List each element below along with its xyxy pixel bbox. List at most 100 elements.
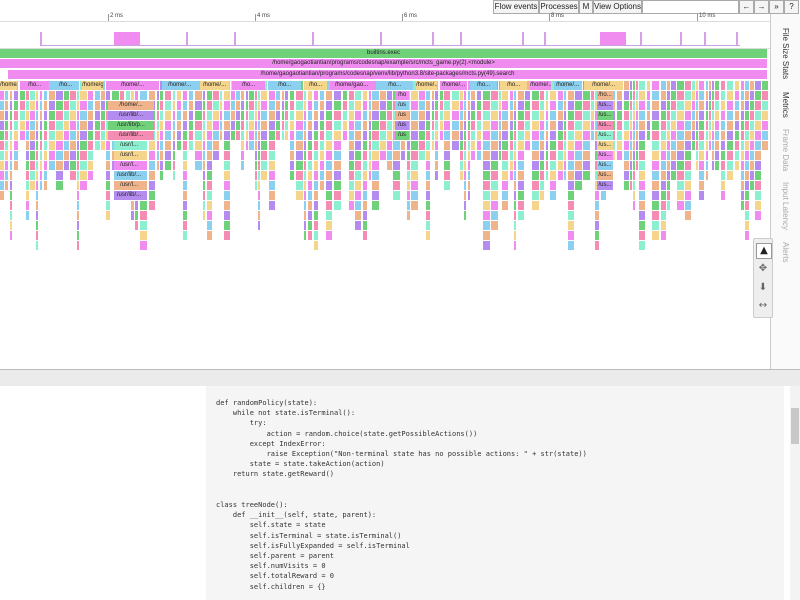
flame-bar-frame[interactable] bbox=[183, 231, 187, 240]
flame-bar-frame[interactable] bbox=[296, 111, 303, 120]
flame-bar-caller[interactable]: /ho... bbox=[500, 81, 527, 90]
flame-bar-frame[interactable] bbox=[282, 131, 284, 140]
flame-bar-frame[interactable] bbox=[95, 91, 100, 100]
flame-bar-frame[interactable] bbox=[296, 191, 303, 200]
flame-bar-frame[interactable] bbox=[140, 221, 147, 230]
flame-bar-frame[interactable] bbox=[20, 91, 25, 100]
flame-bar-frame[interactable] bbox=[296, 181, 303, 190]
flame-bar-frame[interactable] bbox=[532, 91, 539, 100]
flame-bar-frame[interactable] bbox=[369, 131, 371, 140]
flame-bar-frame[interactable] bbox=[426, 91, 430, 100]
flame-bar-frame[interactable] bbox=[491, 211, 498, 220]
flame-bar-frame[interactable] bbox=[745, 151, 749, 160]
flame-bar-frame[interactable] bbox=[727, 101, 733, 110]
flame-bar-frame[interactable] bbox=[236, 101, 240, 110]
flame-bar-caller[interactable]: /home/... bbox=[200, 81, 229, 90]
flame-bar-frame[interactable] bbox=[583, 161, 590, 170]
flame-bar-frame[interactable] bbox=[471, 121, 475, 130]
flame-bar-frame[interactable] bbox=[40, 91, 42, 100]
flame-bar-frame[interactable] bbox=[40, 151, 42, 160]
flame-bar-frame[interactable]: /us... bbox=[597, 101, 613, 110]
flame-bar-frame[interactable] bbox=[44, 101, 47, 110]
flame-bar-frame[interactable] bbox=[49, 131, 55, 140]
flame-bar-frame[interactable] bbox=[647, 111, 650, 120]
flame-bar-frame[interactable] bbox=[677, 161, 684, 170]
flame-bar-frame[interactable] bbox=[269, 201, 275, 210]
flame-bar-frame[interactable] bbox=[5, 161, 8, 170]
flame-bar-frame[interactable] bbox=[195, 151, 202, 160]
flame-bar-frame[interactable] bbox=[735, 141, 739, 150]
flame-bar-frame[interactable] bbox=[326, 91, 332, 100]
flame-bar-frame[interactable] bbox=[189, 141, 193, 150]
flame-bar-frame[interactable] bbox=[750, 91, 754, 100]
flame-bar-frame[interactable] bbox=[10, 151, 12, 160]
flame-bar-frame[interactable] bbox=[77, 101, 79, 110]
flame-bar-caller[interactable]: /home/gaogaot... bbox=[82, 81, 103, 90]
flame-bar-frame[interactable] bbox=[44, 171, 47, 180]
flame-bar-frame[interactable] bbox=[471, 141, 475, 150]
flame-bar-frame[interactable] bbox=[617, 151, 622, 160]
flame-bar-frame[interactable] bbox=[755, 181, 761, 190]
flame-bar-frame[interactable] bbox=[667, 171, 670, 180]
flame-bar-frame[interactable] bbox=[326, 121, 332, 130]
flame-bar-frame[interactable] bbox=[0, 191, 4, 200]
flame-bar-frame[interactable] bbox=[70, 91, 76, 100]
flame-bar-frame[interactable] bbox=[755, 151, 761, 160]
flame-bar-frame[interactable] bbox=[407, 141, 410, 150]
flame-bar-frame[interactable] bbox=[745, 221, 749, 230]
flame-bar-frame[interactable] bbox=[77, 221, 79, 230]
flame-bar-frame[interactable] bbox=[661, 111, 666, 120]
flame-bar-frame[interactable] bbox=[591, 121, 594, 130]
flame-bar-frame[interactable] bbox=[709, 101, 711, 110]
flame-bar-frame[interactable] bbox=[685, 171, 691, 180]
flame-bar-frame[interactable] bbox=[177, 111, 181, 120]
flame-bar-frame[interactable] bbox=[426, 231, 430, 240]
flame-bar-frame[interactable] bbox=[617, 111, 622, 120]
flame-bar-frame[interactable] bbox=[510, 111, 513, 120]
flame-bar-frame[interactable] bbox=[213, 151, 219, 160]
flame-bar-frame[interactable] bbox=[261, 101, 267, 110]
flame-bar-frame[interactable] bbox=[432, 141, 434, 150]
flame-bar-frame[interactable] bbox=[745, 161, 749, 170]
flame-bar-frame[interactable] bbox=[452, 111, 459, 120]
flame-bar-frame[interactable] bbox=[540, 91, 544, 100]
flame-bar-frame[interactable] bbox=[633, 181, 635, 190]
flame-bar-frame[interactable] bbox=[677, 131, 684, 140]
flame-bar-frame[interactable] bbox=[0, 161, 4, 170]
flame-bar-frame[interactable] bbox=[639, 141, 645, 150]
flame-bar-frame[interactable] bbox=[343, 131, 347, 140]
flame-bar-frame[interactable] bbox=[755, 201, 761, 210]
flame-bar-frame[interactable] bbox=[550, 181, 556, 190]
flame-bar-frame[interactable] bbox=[426, 221, 430, 230]
flame-bar-frame[interactable] bbox=[355, 181, 361, 190]
flame-bar-frame[interactable] bbox=[491, 221, 498, 230]
flame-bar-frame[interactable] bbox=[165, 151, 171, 160]
flame-bar-frame[interactable] bbox=[269, 151, 275, 160]
flame-bar-frame[interactable] bbox=[236, 121, 240, 130]
flame-bar-frame[interactable] bbox=[49, 151, 55, 160]
flame-bar-frame[interactable] bbox=[189, 111, 193, 120]
flame-bar-frame[interactable] bbox=[652, 171, 659, 180]
flame-bar-frame[interactable] bbox=[380, 151, 386, 160]
flame-bar-frame[interactable] bbox=[157, 111, 159, 120]
flame-bar-frame[interactable] bbox=[715, 141, 719, 150]
flame-bar-frame[interactable] bbox=[363, 121, 367, 130]
flame-bar-frame[interactable] bbox=[255, 141, 257, 150]
flame-bar-frame[interactable] bbox=[314, 111, 318, 120]
flame-bar-frame[interactable] bbox=[369, 171, 371, 180]
flame-bar-frame[interactable] bbox=[460, 91, 463, 100]
flame-bar-frame[interactable] bbox=[426, 161, 430, 170]
flame-bar-frame[interactable] bbox=[355, 201, 361, 210]
flame-bar-frame[interactable] bbox=[709, 141, 711, 150]
flame-bar-frame[interactable] bbox=[575, 171, 582, 180]
flame-bar-frame[interactable] bbox=[464, 151, 466, 160]
flame-bar-frame[interactable] bbox=[30, 101, 35, 110]
flame-bar-frame[interactable] bbox=[77, 161, 79, 170]
flame-bar-frame[interactable] bbox=[583, 171, 590, 180]
flame-bar-frame[interactable] bbox=[224, 221, 230, 230]
flame-bar-frame[interactable] bbox=[203, 181, 205, 190]
flame-bar-frame[interactable] bbox=[568, 151, 574, 160]
flame-bar-frame[interactable] bbox=[652, 201, 659, 210]
flame-bar-frame[interactable] bbox=[735, 151, 739, 160]
flame-bar-frame[interactable] bbox=[468, 131, 470, 140]
